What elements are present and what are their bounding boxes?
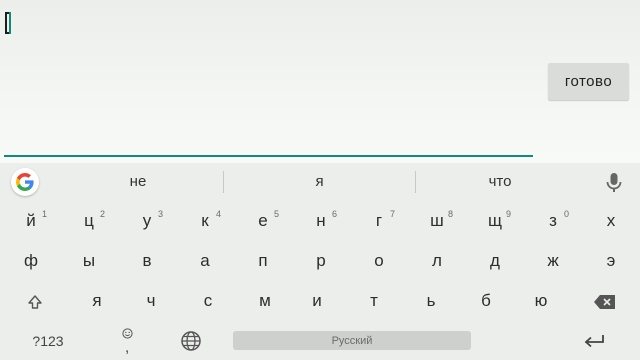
key-row3-3[interactable]: с (181, 283, 235, 319)
backspace-icon (594, 295, 615, 309)
key-row3-4[interactable]: м (238, 283, 292, 319)
key-2[interactable]: ц2 (61, 203, 117, 239)
symbols-key[interactable]: ?123 (18, 323, 78, 359)
key-label: н (316, 211, 326, 230)
key-row3-5[interactable]: и (290, 283, 344, 319)
key-8[interactable]: ш8 (409, 203, 465, 239)
key-label: ш (430, 211, 444, 230)
key-label: г (375, 211, 383, 230)
backspace-key[interactable] (578, 285, 632, 319)
key-row2-5[interactable]: п (235, 243, 291, 279)
shift-arrow-icon (28, 295, 42, 309)
google-g-icon[interactable] (11, 168, 39, 196)
key-row2-11[interactable]: э (583, 243, 639, 279)
key-row3-8[interactable]: б (459, 283, 513, 319)
suggestion-3[interactable]: что (416, 163, 584, 200)
key-3[interactable]: у3 (119, 203, 175, 239)
key-label: у (142, 211, 152, 230)
key-5[interactable]: е5 (235, 203, 291, 239)
done-button[interactable]: готово (548, 63, 629, 100)
key-row2-4[interactable]: а (177, 243, 233, 279)
key-number-hint: 6 (331, 209, 337, 219)
enter-icon (584, 335, 604, 348)
suggestion-strip: не я что (0, 163, 640, 200)
text-input-area[interactable]: готово (0, 0, 640, 163)
key-number-hint: 4 (215, 209, 221, 219)
soft-keyboard: не я что й1ц2у3к4е5н6г7ш8щ9з0х фывапролд… (0, 163, 640, 360)
key-label: е (258, 211, 268, 230)
key-9[interactable]: щ9 (467, 203, 523, 239)
key-number-hint: 2 (99, 209, 105, 219)
key-row2-7[interactable]: о (351, 243, 407, 279)
key-row2-8[interactable]: л (409, 243, 465, 279)
key-row3-9[interactable]: ю (514, 283, 568, 319)
key-row3-6[interactable]: т (347, 283, 401, 319)
key-row2-9[interactable]: д (467, 243, 523, 279)
key-number-hint: 0 (563, 209, 569, 219)
key-row2-6[interactable]: р (293, 243, 349, 279)
key-number-hint: 1 (41, 209, 47, 219)
key-row2-1[interactable]: ф (3, 243, 59, 279)
key-4[interactable]: к4 (177, 203, 233, 239)
microphone-icon[interactable] (603, 171, 625, 195)
key-11[interactable]: х (583, 203, 639, 239)
suggestion-1[interactable]: не (44, 163, 232, 200)
key-label: к (201, 211, 209, 230)
key-row3-1[interactable]: я (70, 283, 124, 319)
key-label: й (26, 211, 36, 230)
shift-key[interactable] (10, 285, 60, 319)
text-field-underline (4, 155, 533, 157)
key-number-hint: 7 (389, 209, 395, 219)
key-row2-10[interactable]: ж (525, 243, 581, 279)
key-row3-7[interactable]: ь (404, 283, 458, 319)
key-number-hint: 9 (505, 209, 511, 219)
key-label: ц (84, 211, 94, 230)
key-row2-2[interactable]: ы (61, 243, 117, 279)
key-label: щ (488, 211, 502, 230)
key-label: з (549, 211, 557, 230)
key-10[interactable]: з0 (525, 203, 581, 239)
key-number-hint: 3 (157, 209, 163, 219)
emoji-comma-key[interactable]: , (108, 323, 148, 359)
text-cursor (9, 12, 11, 34)
key-6[interactable]: н6 (293, 203, 349, 239)
key-row3-2[interactable]: ч (124, 283, 178, 319)
language-key[interactable] (171, 323, 211, 359)
comma-label: , (125, 339, 130, 356)
key-label: х (606, 211, 616, 230)
enter-key[interactable] (572, 323, 616, 359)
key-number-hint: 8 (447, 209, 453, 219)
smiley-icon (122, 328, 133, 339)
key-row2-3[interactable]: в (119, 243, 175, 279)
space-key[interactable]: Русский (233, 331, 471, 350)
key-1[interactable]: й1 (3, 203, 59, 239)
globe-icon (181, 331, 201, 351)
key-7[interactable]: г7 (351, 203, 407, 239)
suggestion-2[interactable]: я (224, 163, 415, 200)
key-number-hint: 5 (273, 209, 279, 219)
